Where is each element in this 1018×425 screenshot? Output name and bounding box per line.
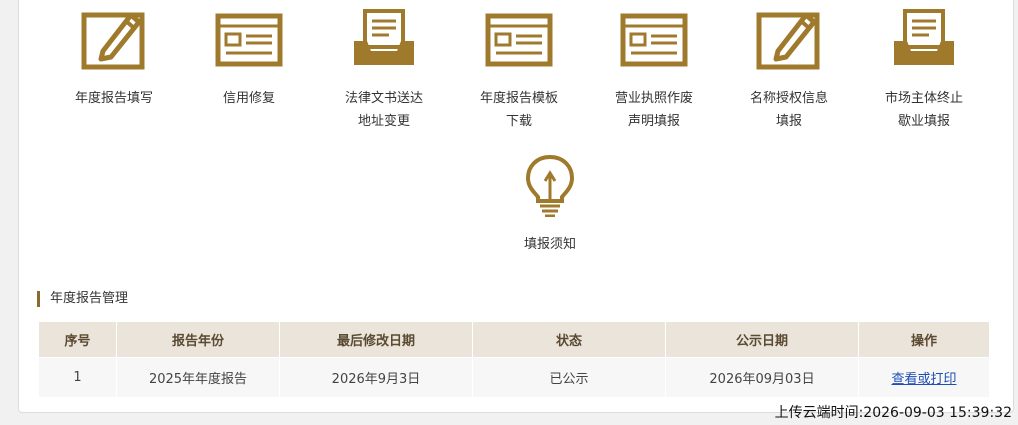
annual-report-panel: 年度报告填写 信用修复 法律文书送达 地址变更 年度报告模板 下载 营业执照作废… (18, 0, 1014, 413)
col-header: 最后修改日期 (279, 321, 473, 358)
edit-document-icon (756, 12, 820, 70)
tile-entity-termination[interactable]: 市场主体终止 歇业填报 (859, 7, 989, 133)
tile-label: 地址变更 (357, 114, 410, 129)
document-tray-icon (894, 9, 954, 65)
col-header: 序号 (38, 321, 117, 358)
tile-label: 歇业填报 (897, 114, 950, 129)
cell-last-modified: 2026年9月3日 (279, 357, 473, 398)
tile-credit-repair[interactable]: 信用修复 (184, 7, 314, 110)
col-header: 状态 (472, 321, 666, 358)
view-print-link[interactable]: 查看或打印 (891, 372, 956, 387)
tile-template-download[interactable]: 年度报告模板 下载 (454, 7, 584, 133)
table-row: 1 2025年年度报告 2026年9月3日 已公示 2026年09月03日 查看… (38, 357, 990, 398)
cell-actions: 查看或打印 (858, 357, 990, 398)
lightbulb-icon (525, 154, 575, 217)
upload-time-stamp: 上传云端时间:2026-09-03 15:39:32 (774, 405, 1012, 421)
tile-label: 年度报告模板 (479, 91, 558, 106)
cell-publish-date: 2026年09月03日 (665, 357, 859, 398)
edit-document-icon (81, 12, 145, 70)
form-window-icon (215, 13, 283, 67)
tile-label: 信用修复 (222, 91, 275, 106)
service-tiles: 年度报告填写 信用修复 法律文书送达 地址变更 年度报告模板 下载 营业执照作废… (49, 7, 989, 252)
tile-label: 营业执照作废 (614, 91, 693, 106)
col-header: 报告年份 (116, 321, 280, 358)
cell-report-year: 2025年年度报告 (116, 357, 280, 398)
tile-name-authorization[interactable]: 名称授权信息 填报 (724, 7, 854, 133)
tile-legal-address-change[interactable]: 法律文书送达 地址变更 (319, 7, 449, 133)
tile-annual-report-fill[interactable]: 年度报告填写 (49, 7, 179, 110)
tile-label: 年度报告填写 (74, 91, 153, 106)
col-header: 公示日期 (665, 321, 859, 358)
tile-label: 声明填报 (627, 114, 680, 129)
tile-label: 法律文书送达 (344, 91, 423, 106)
tile-label: 填报 (775, 114, 802, 129)
tile-filing-instructions[interactable]: 填报须知 (485, 153, 615, 256)
section-title: 年度报告管理 (37, 291, 128, 307)
tile-label: 名称授权信息 (749, 91, 828, 106)
cell-status: 已公示 (472, 357, 666, 398)
table-header-row: 序号 报告年份 最后修改日期 状态 公示日期 操作 (38, 321, 990, 358)
tile-label: 市场主体终止 (884, 91, 963, 106)
tile-label: 填报须知 (523, 237, 576, 252)
cell-index: 1 (38, 357, 117, 398)
form-window-icon (620, 13, 688, 67)
document-tray-icon (354, 9, 414, 65)
tile-license-void-statement[interactable]: 营业执照作废 声明填报 (589, 7, 719, 133)
tile-label: 下载 (505, 114, 532, 129)
form-window-icon (485, 13, 553, 67)
annual-report-table: 序号 报告年份 最后修改日期 状态 公示日期 操作 1 2025年年度报告 20… (38, 321, 990, 398)
col-header: 操作 (858, 321, 990, 358)
